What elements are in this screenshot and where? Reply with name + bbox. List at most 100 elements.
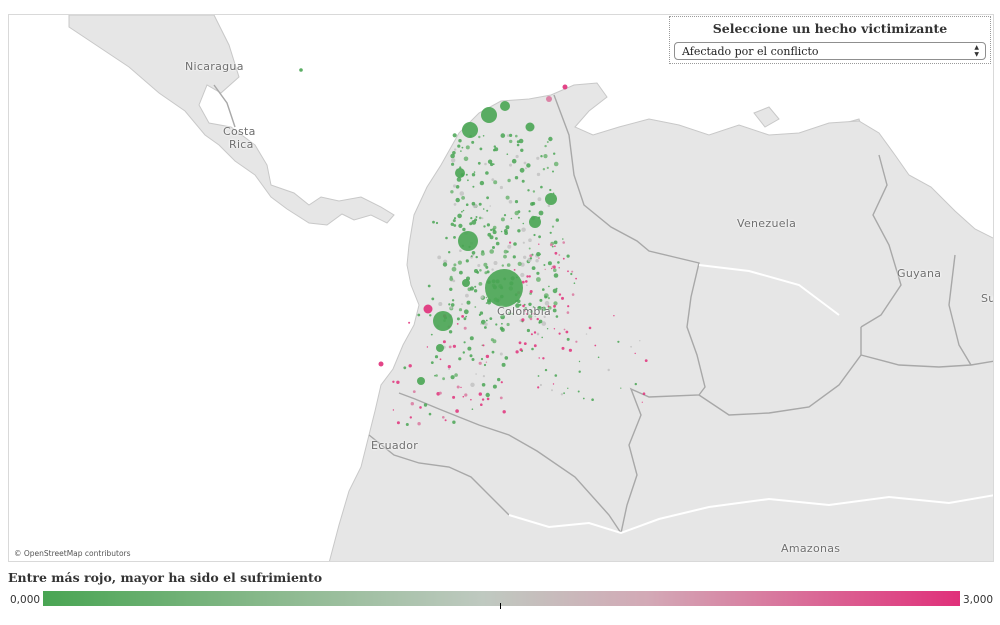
municipality-bubble[interactable] (299, 68, 303, 72)
victimizing-event-dropdown[interactable]: Afectado por el conflicto ▲ ▼ (674, 42, 986, 60)
municipality-bubble[interactable] (458, 223, 463, 228)
municipality-bubble[interactable] (505, 195, 510, 200)
municipality-bubble[interactable] (483, 225, 486, 228)
municipality-bubble[interactable] (405, 423, 409, 426)
municipality-bubble[interactable] (554, 251, 558, 255)
municipality-bubble[interactable] (495, 237, 498, 240)
municipality-bubble[interactable] (497, 377, 501, 382)
municipality-bubble[interactable] (457, 144, 461, 148)
municipality-bubble[interactable] (462, 395, 465, 398)
municipality-bubble[interactable] (436, 344, 444, 352)
municipality-bubble[interactable] (480, 403, 483, 407)
municipality-bubble[interactable] (483, 262, 488, 267)
municipality-bubble[interactable] (469, 286, 474, 291)
municipality-bubble[interactable] (545, 193, 557, 205)
municipality-bubble[interactable] (452, 420, 456, 424)
municipality-bubble[interactable] (474, 285, 477, 288)
municipality-bubble[interactable] (470, 255, 473, 258)
municipality-bubble[interactable] (641, 401, 643, 403)
municipality-bubble[interactable] (478, 135, 481, 139)
municipality-bubble[interactable] (531, 347, 534, 351)
municipality-bubble[interactable] (487, 232, 492, 237)
municipality-bubble[interactable] (475, 373, 477, 375)
municipality-bubble[interactable] (553, 328, 556, 330)
municipality-bubble[interactable] (451, 162, 455, 166)
municipality-bubble[interactable] (546, 141, 549, 143)
municipality-bubble[interactable] (491, 178, 495, 182)
municipality-bubble[interactable] (455, 197, 460, 203)
municipality-bubble[interactable] (428, 412, 432, 416)
municipality-bubble[interactable] (522, 241, 525, 244)
municipality-bubble[interactable] (553, 161, 559, 167)
municipality-bubble[interactable] (549, 188, 552, 192)
municipality-bubble[interactable] (529, 257, 533, 260)
municipality-bubble[interactable] (481, 107, 497, 123)
municipality-bubble[interactable] (450, 190, 454, 194)
municipality-bubble[interactable] (562, 257, 565, 260)
municipality-bubble[interactable] (448, 345, 452, 349)
municipality-bubble[interactable] (479, 180, 485, 186)
municipality-bubble[interactable] (538, 210, 544, 216)
municipality-bubble[interactable] (536, 156, 540, 160)
municipality-bubble[interactable] (478, 282, 483, 286)
municipality-bubble[interactable] (521, 227, 526, 232)
municipality-bubble[interactable] (551, 245, 554, 248)
municipality-bubble[interactable] (447, 365, 451, 369)
municipality-bubble[interactable] (462, 279, 470, 287)
municipality-bubble[interactable] (526, 284, 528, 287)
municipality-bubble[interactable] (452, 279, 456, 283)
municipality-bubble[interactable] (547, 261, 552, 266)
municipality-bubble[interactable] (644, 359, 648, 362)
municipality-bubble[interactable] (522, 222, 525, 225)
municipality-bubble[interactable] (617, 340, 620, 343)
municipality-bubble[interactable] (533, 233, 536, 237)
municipality-bubble[interactable] (423, 403, 428, 407)
municipality-bubble[interactable] (478, 392, 482, 396)
municipality-bubble[interactable] (525, 167, 527, 170)
municipality-bubble[interactable] (523, 342, 527, 345)
municipality-bubble[interactable] (492, 384, 497, 389)
municipality-bubble[interactable] (528, 247, 531, 250)
municipality-bubble[interactable] (528, 238, 532, 242)
municipality-bubble[interactable] (449, 275, 453, 279)
municipality-bubble[interactable] (485, 171, 489, 175)
municipality-bubble[interactable] (533, 344, 537, 348)
municipality-bubble[interactable] (461, 315, 464, 318)
municipality-bubble[interactable] (412, 390, 416, 393)
municipality-bubble[interactable] (526, 163, 531, 168)
municipality-bubble[interactable] (454, 148, 457, 151)
municipality-bubble[interactable] (530, 333, 533, 336)
municipality-bubble[interactable] (509, 139, 513, 144)
municipality-bubble[interactable] (552, 170, 554, 173)
municipality-bubble[interactable] (538, 357, 540, 359)
municipality-bubble[interactable] (555, 315, 559, 318)
municipality-bubble[interactable] (508, 200, 513, 204)
municipality-bubble[interactable] (493, 180, 498, 185)
municipality-bubble[interactable] (455, 185, 460, 189)
municipality-bubble[interactable] (515, 154, 519, 159)
municipality-bubble[interactable] (470, 382, 475, 387)
municipality-bubble[interactable] (489, 205, 492, 207)
municipality-bubble[interactable] (529, 290, 533, 293)
municipality-bubble[interactable] (449, 287, 453, 291)
municipality-bubble[interactable] (492, 246, 495, 249)
municipality-bubble[interactable] (510, 217, 513, 220)
municipality-bubble[interactable] (486, 196, 489, 200)
municipality-bubble[interactable] (562, 238, 564, 240)
municipality-bubble[interactable] (457, 260, 462, 265)
municipality-bubble[interactable] (505, 225, 510, 230)
municipality-bubble[interactable] (486, 223, 490, 227)
municipality-bubble[interactable] (472, 185, 475, 188)
municipality-bubble[interactable] (451, 158, 456, 163)
municipality-bubble[interactable] (518, 341, 522, 345)
municipality-bubble[interactable] (553, 152, 556, 155)
municipality-bubble[interactable] (537, 333, 539, 336)
municipality-bubble[interactable] (482, 208, 485, 210)
municipality-bubble[interactable] (607, 368, 610, 372)
municipality-bubble[interactable] (482, 135, 485, 137)
map-view[interactable]: Nicaragua Costa Rica Venezuela Guyana Su… (8, 14, 994, 562)
municipality-bubble[interactable] (544, 368, 548, 372)
municipality-bubble[interactable] (571, 293, 575, 296)
municipality-bubble[interactable] (501, 322, 503, 325)
municipality-bubble[interactable] (490, 338, 494, 342)
